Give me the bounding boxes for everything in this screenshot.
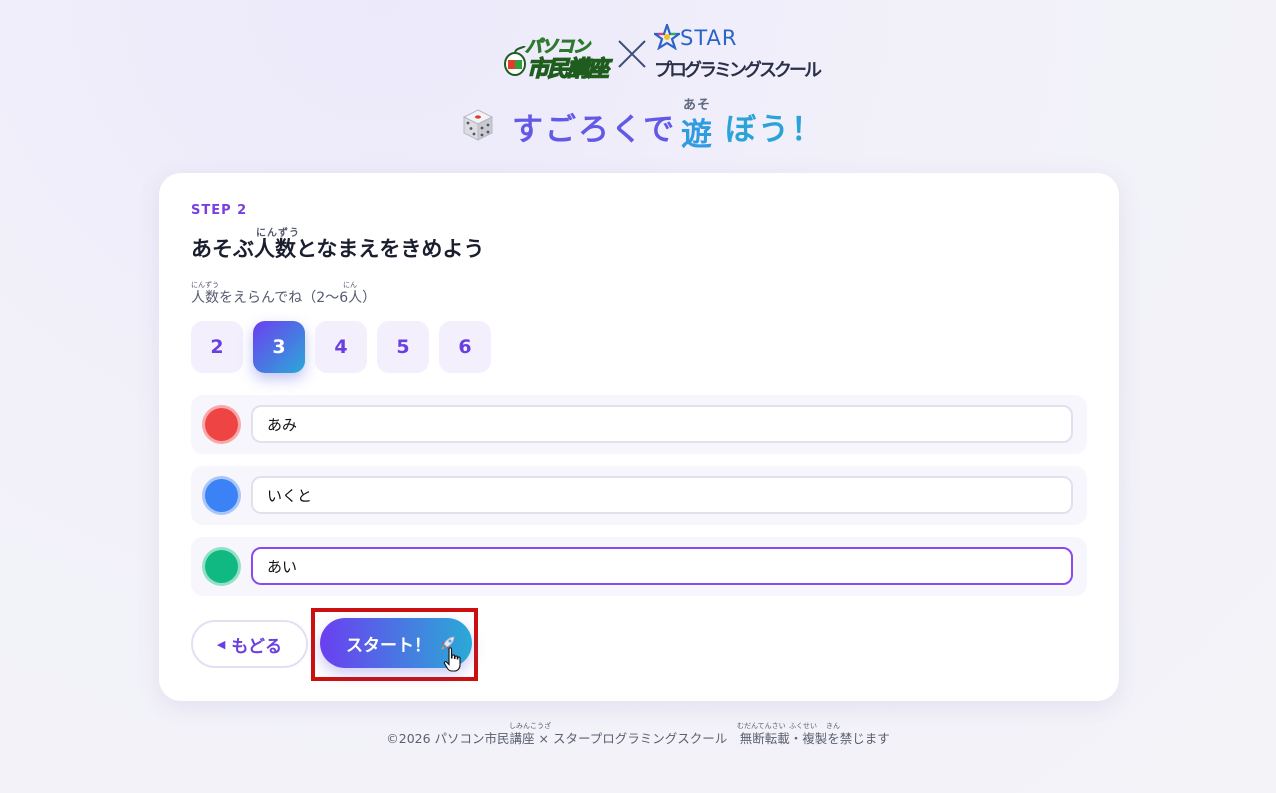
title-part-1: すごろくで — [512, 112, 677, 148]
triangle-left-icon: ◀ — [216, 637, 226, 651]
star-programming-school-logo: STAR プログラミングスクール — [654, 24, 822, 82]
player-name-input-3[interactable] — [251, 547, 1073, 585]
player-color-swatch — [205, 408, 238, 441]
header-logos: パソコン 市民講座 STAR プログラミングスクール — [0, 24, 1276, 83]
logo-pc-bottom-text: 市民講座 — [526, 56, 609, 82]
player-row — [191, 537, 1087, 596]
back-button-label: もどる — [231, 636, 283, 657]
cross-icon — [618, 40, 646, 68]
player-count-instruction: 人数をえらんでね（2〜6人） — [191, 290, 377, 306]
player-count-button-2[interactable]: 2 — [191, 321, 243, 373]
footer-copyright: ©2026 パソコン市民講座 × スタープログラミングスクール 無断転載・複製を… — [386, 731, 890, 746]
logo-star-subtitle: プログラミングスクール — [654, 60, 822, 81]
player-color-swatch — [205, 550, 238, 583]
star-icon — [654, 24, 680, 50]
player-color-swatch — [205, 479, 238, 512]
player-count-button-5[interactable]: 5 — [377, 321, 429, 373]
back-button[interactable]: ◀ もどる — [191, 620, 308, 668]
player-row — [191, 466, 1087, 525]
page-title: すごろくで あそ 遊 ぼう！ — [0, 94, 1276, 153]
dice-icon — [462, 109, 494, 141]
hand-pointer-cursor-icon — [443, 647, 461, 672]
player-row — [191, 395, 1087, 454]
step-label: STEP 2 — [191, 203, 248, 218]
player-name-input-2[interactable] — [251, 476, 1073, 514]
title-kanji: 遊 — [681, 117, 714, 153]
player-count-button-4[interactable]: 4 — [315, 321, 367, 373]
title-part-2: ぼう！ — [725, 112, 824, 148]
player-count-button-3[interactable]: 3 — [253, 321, 305, 373]
pasokon-shimin-koza-logo: パソコン 市民講座 — [503, 32, 610, 83]
player-name-input-1[interactable] — [251, 405, 1073, 443]
setup-card: STEP 2 にんずう あそぶ人数となまえをきめよう にんずう にん 人数をえら… — [159, 173, 1119, 701]
start-button-label: スタート！ — [346, 635, 431, 656]
card-heading: あそぶ人数となまえをきめよう — [191, 237, 485, 261]
logo-star-word: STAR — [680, 26, 738, 50]
player-count-button-6[interactable]: 6 — [439, 321, 491, 373]
